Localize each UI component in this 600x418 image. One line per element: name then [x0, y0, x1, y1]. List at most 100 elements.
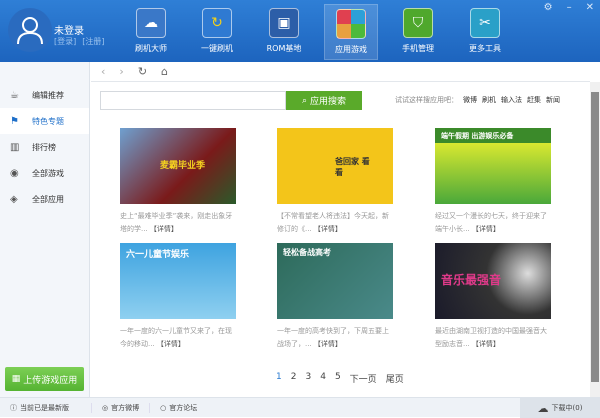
- search-icon: ⌕: [301, 95, 308, 106]
- login-link[interactable]: [登录]: [54, 37, 76, 46]
- upload-button[interactable]: ▦ 上传游戏应用: [5, 367, 84, 391]
- image-caption: 爸回家 看看: [335, 157, 370, 177]
- weibo-link[interactable]: ◎ 官方微博: [92, 402, 151, 413]
- tools-icon: ✂: [470, 8, 500, 38]
- sidebar-item-topics[interactable]: ⚑ 特色专题: [0, 108, 89, 134]
- nav-label: 刷机大师: [135, 44, 167, 53]
- avatar[interactable]: [8, 8, 52, 52]
- refresh-icon: ↻: [202, 8, 232, 38]
- hint-link[interactable]: 微博: [463, 96, 477, 104]
- search-button-label: 应用搜索: [310, 97, 347, 107]
- topic-card[interactable]: 爸回家 看看 【不常看望老人将违法】今天起，新修订的《... 【详情】: [277, 128, 393, 236]
- sidebar-item-all-apps[interactable]: ◈ 全部应用: [0, 186, 89, 212]
- page-4[interactable]: 4: [320, 372, 326, 385]
- search-button[interactable]: ⌕ 应用搜索: [286, 91, 362, 110]
- hint-link[interactable]: 新闻: [546, 96, 560, 104]
- cup-icon: ☕: [10, 89, 19, 101]
- topic-card[interactable]: 音乐最强音 最近由湖南卫视打造的中国最强音大型励志音... 【详情】: [435, 243, 551, 351]
- forum-link[interactable]: ○ 官方论坛: [150, 403, 207, 413]
- sidebar-item-label: 全部应用: [32, 194, 64, 204]
- topic-image[interactable]: 端午假期 出游娱乐必备: [435, 128, 551, 204]
- nav-apps-games[interactable]: 应用游戏: [324, 4, 378, 60]
- nav-more-tools[interactable]: ✂ 更多工具: [458, 4, 512, 60]
- details-link[interactable]: 【详情】: [157, 340, 185, 348]
- apps-icon: [336, 9, 366, 39]
- last-page[interactable]: 尾页: [386, 372, 404, 385]
- topic-image[interactable]: 六一儿童节娱乐: [120, 243, 236, 319]
- sidebar: ☕ 编辑推荐 ⚑ 特色专题 ▥ 排行榜 ◉ 全部游戏 ◈ 全部应用 ▦ 上传游戏应用: [0, 62, 90, 397]
- nav-phone-manage[interactable]: ⛉ 手机管理: [391, 4, 445, 60]
- sidebar-item-editor-picks[interactable]: ☕ 编辑推荐: [0, 82, 89, 108]
- details-link[interactable]: 【详情】: [314, 340, 342, 348]
- topic-image[interactable]: 轻松备战高考: [277, 243, 393, 319]
- version-status: 当前已是最新版: [20, 403, 69, 412]
- page-1[interactable]: 1: [276, 372, 282, 385]
- settings-icon[interactable]: ⚙: [544, 2, 553, 13]
- flag-icon: ⚑: [10, 115, 19, 127]
- image-caption: 六一儿童节娱乐: [126, 250, 190, 260]
- topic-card[interactable]: 端午假期 出游娱乐必备 经过又一个漫长的七天，终于迎来了端午小长... 【详情】: [435, 128, 551, 236]
- nav-label: 手机管理: [402, 44, 434, 53]
- image-caption: 轻松备战高考: [283, 248, 331, 257]
- image-caption: 麦霸毕业季: [160, 161, 206, 171]
- page-5[interactable]: 5: [335, 372, 341, 385]
- topic-card[interactable]: 麦霸毕业季 史上“最难毕业季”袭来，刚走出象牙塔的学... 【详情】: [120, 128, 236, 236]
- home-icon[interactable]: ⌂: [161, 65, 168, 78]
- forum-icon: ○: [160, 403, 167, 412]
- sidebar-item-label: 排行榜: [32, 142, 56, 152]
- scrollbar-thumb[interactable]: [591, 92, 599, 382]
- image-caption: 端午假期 出游娱乐必备: [441, 132, 514, 140]
- scrollbar[interactable]: [590, 82, 600, 397]
- page-2[interactable]: 2: [291, 372, 297, 385]
- hint-label: 试试这样搜应用吧：: [395, 96, 458, 104]
- topic-image[interactable]: 爸回家 看看: [277, 128, 393, 204]
- hint-link[interactable]: 刷机: [482, 96, 496, 104]
- forum-label: 官方论坛: [169, 403, 198, 412]
- nav-label: 更多工具: [469, 44, 501, 53]
- sidebar-item-label: 全部游戏: [32, 168, 64, 178]
- chart-icon: ▥: [10, 141, 20, 153]
- register-link[interactable]: [注册]: [82, 37, 104, 46]
- topic-card[interactable]: 六一儿童节娱乐 一年一度的六一儿童节又来了，在现今的移动... 【详情】: [120, 243, 236, 351]
- nav-one-click-flash[interactable]: ↻ 一键刷机: [190, 4, 244, 60]
- sidebar-item-ranking[interactable]: ▥ 排行榜: [0, 134, 89, 160]
- nav-label: 一键刷机: [201, 44, 233, 53]
- details-link[interactable]: 【详情】: [150, 225, 178, 233]
- weibo-icon: ◎: [102, 403, 109, 412]
- back-icon[interactable]: ‹: [101, 65, 105, 78]
- android-icon: ▣: [269, 8, 299, 38]
- details-link[interactable]: 【详情】: [314, 225, 342, 233]
- username: 未登录: [54, 26, 84, 37]
- minimize-icon[interactable]: –: [567, 2, 572, 13]
- download-label: 下载中(0): [551, 404, 583, 412]
- gamepad-icon: ◉: [10, 167, 19, 179]
- nav-rom[interactable]: ▣ ROM基地: [257, 4, 311, 60]
- topic-card[interactable]: 轻松备战高考 一年一度的高考快到了，下周五要上战场了，... 【详情】: [277, 243, 393, 351]
- search-hints: 试试这样搜应用吧： 微博 刷机 输入法 赶集 新闻: [395, 95, 560, 105]
- download-button[interactable]: ☁ 下载中(0): [520, 398, 600, 418]
- nav-flash-master[interactable]: ☁ 刷机大师: [124, 4, 178, 60]
- shield-phone-icon: ⛉: [403, 8, 433, 38]
- topic-image[interactable]: 麦霸毕业季: [120, 128, 236, 204]
- upload-label: 上传游戏应用: [23, 375, 78, 386]
- hint-link[interactable]: 赶集: [527, 96, 541, 104]
- next-page[interactable]: 下一页: [350, 372, 377, 385]
- status-bar: ⓘ 当前已是最新版 ◎ 官方微博 ○ 官方论坛 ☁ 下载中(0): [0, 397, 600, 418]
- page-3[interactable]: 3: [305, 372, 311, 385]
- pagination: 1 2 3 4 5 下一页 尾页: [276, 372, 404, 385]
- topic-image[interactable]: 音乐最强音: [435, 243, 551, 319]
- details-link[interactable]: 【详情】: [472, 225, 500, 233]
- details-link[interactable]: 【详情】: [472, 340, 500, 348]
- browser-toolbar: ‹ › ↻ ⌂: [91, 62, 590, 82]
- nav-label: ROM基地: [266, 44, 302, 53]
- hint-link[interactable]: 输入法: [501, 96, 522, 104]
- cloud-icon: ☁: [136, 8, 166, 38]
- close-icon[interactable]: ✕: [586, 2, 594, 13]
- info-icon: ⓘ: [10, 403, 17, 412]
- search-input[interactable]: [100, 91, 286, 110]
- sidebar-item-label: 特色专题: [32, 116, 64, 126]
- weibo-label: 官方微博: [111, 403, 140, 412]
- sidebar-item-all-games[interactable]: ◉ 全部游戏: [0, 160, 89, 186]
- forward-icon[interactable]: ›: [119, 65, 123, 78]
- refresh-icon[interactable]: ↻: [138, 65, 147, 78]
